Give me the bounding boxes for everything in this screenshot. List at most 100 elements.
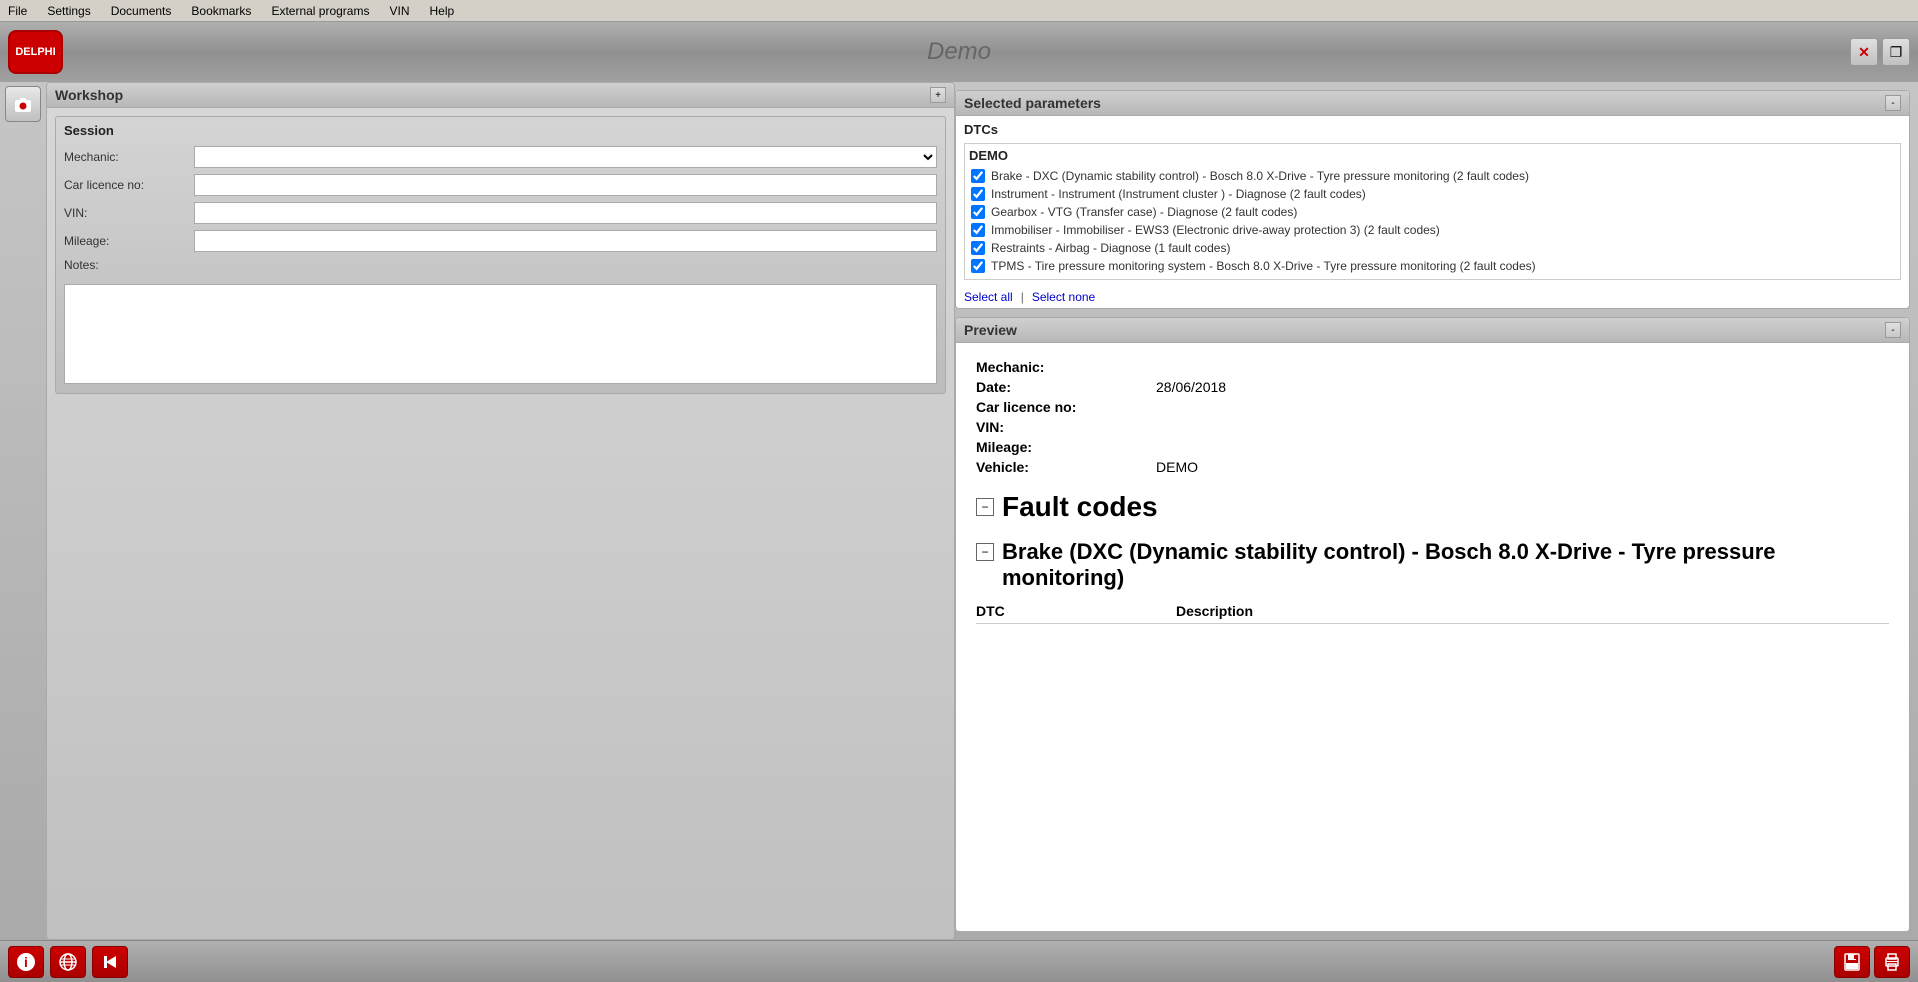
vin-input[interactable] [194,202,937,224]
select-all-link[interactable]: Select all [964,290,1013,304]
window-controls: ✕ ❐ [1850,38,1910,66]
dtc-text-5: Restraints - Airbag - Diagnose (1 fault … [991,241,1230,255]
demo-label: DEMO [969,148,1896,163]
menu-bar: File Settings Documents Bookmarks Extern… [0,0,1918,22]
menu-vin[interactable]: VIN [385,2,413,20]
list-item: Brake - DXC (Dynamic stability control) … [969,167,1896,185]
preview-car-licence-label: Car licence no: [976,399,1156,415]
dtc-section: DTCs DEMO Brake - DXC (Dynamic stability… [956,116,1909,286]
preview-panel: Preview - Mechanic: Date: 28/06/2018 Car… [955,317,1910,932]
fault-codes-heading-text: Fault codes [1002,491,1158,523]
www-button[interactable] [50,946,86,978]
bottom-left-icons: i [8,946,128,978]
dtc-list-container: DEMO Brake - DXC (Dynamic stability cont… [964,143,1901,280]
select-links-bar: Select all | Select none [956,286,1909,308]
dtc-checkbox-1[interactable] [971,169,985,183]
info-button[interactable]: i [8,946,44,978]
right-content: Selected parameters - DTCs DEMO Brake - … [955,82,1918,940]
preview-vin-row: VIN: [976,419,1889,435]
preview-header: Preview - [956,318,1909,343]
notes-textarea[interactable] [64,284,937,384]
preview-car-licence-row: Car licence no: [976,399,1889,415]
session-section: Session Mechanic: Car licence no: VIN: [55,116,946,394]
dtc-text-2: Instrument - Instrument (Instrument clus… [991,187,1366,201]
dtc-checkbox-2[interactable] [971,187,985,201]
close-button[interactable]: ✕ [1850,38,1878,66]
session-title: Session [64,123,937,138]
restore-button[interactable]: ❐ [1882,38,1910,66]
select-none-link[interactable]: Select none [1032,290,1095,304]
preview-content[interactable]: Mechanic: Date: 28/06/2018 Car licence n… [956,343,1909,931]
list-item: Gearbox - VTG (Transfer case) - Diagnose… [969,203,1896,221]
mileage-label: Mileage: [64,234,194,248]
list-item: Instrument - Instrument (Instrument clus… [969,185,1896,203]
menu-help[interactable]: Help [426,2,459,20]
preview-date-label: Date: [976,379,1156,395]
save-button[interactable] [1834,946,1870,978]
preview-date-row: Date: 28/06/2018 [976,379,1889,395]
delphi-logo: DELPHI [8,30,63,74]
preview-mechanic-row: Mechanic: [976,359,1889,375]
selected-params-header: Selected parameters - [956,91,1909,116]
selected-params-collapse-button[interactable]: - [1885,95,1901,111]
selected-params-title: Selected parameters [964,95,1101,111]
sidebar-icon-strip [0,82,46,940]
notes-label: Notes: [64,258,194,272]
brake-heading-text: Brake (DXC (Dynamic stability control) -… [1002,539,1889,591]
dtc-text-3: Gearbox - VTG (Transfer case) - Diagnose… [991,205,1297,219]
dtc-text-4: Immobiliser - Immobiliser - EWS3 (Electr… [991,223,1440,237]
camera-icon-button[interactable] [5,86,41,122]
menu-external-programs[interactable]: External programs [267,2,373,20]
mileage-input[interactable] [194,230,937,252]
list-item: TPMS - Tire pressure monitoring system -… [969,257,1896,275]
preview-vehicle-label: Vehicle: [976,459,1156,475]
notes-row: Notes: [64,258,937,272]
print-button[interactable] [1874,946,1910,978]
title-bar: DELPHI Demo ✕ ❐ [0,22,1918,82]
vin-row: VIN: [64,202,937,224]
workshop-panel: Workshop + Session Mechanic: Car licence… [46,82,955,940]
dtc-checkbox-5[interactable] [971,241,985,255]
brake-heading: − Brake (DXC (Dynamic stability control)… [976,539,1889,591]
mileage-row: Mileage: [64,230,937,252]
car-licence-input[interactable] [194,174,937,196]
preview-mileage-label: Mileage: [976,439,1156,455]
dtcs-label: DTCs [964,122,1901,137]
menu-file[interactable]: File [4,2,31,20]
vin-label: VIN: [64,206,194,220]
preview-mileage-row: Mileage: [976,439,1889,455]
dtc-text-1: Brake - DXC (Dynamic stability control) … [991,169,1529,183]
menu-settings[interactable]: Settings [43,2,94,20]
fault-codes-collapse-icon[interactable]: − [976,498,994,516]
list-item: Restraints - Airbag - Diagnose (1 fault … [969,239,1896,257]
bottom-right-buttons [1834,946,1910,978]
dtc-text-6: TPMS - Tire pressure monitoring system -… [991,259,1536,273]
main-layout: Workshop + Session Mechanic: Car licence… [0,82,1918,940]
brake-collapse-icon[interactable]: − [976,543,994,561]
preview-collapse-button[interactable]: - [1885,322,1901,338]
app-title: Demo [927,38,991,66]
dtc-checkbox-4[interactable] [971,223,985,237]
dtc-checkbox-3[interactable] [971,205,985,219]
select-separator: | [1021,290,1024,304]
menu-bookmarks[interactable]: Bookmarks [187,2,255,20]
menu-documents[interactable]: Documents [107,2,176,20]
preview-vin-label: VIN: [976,419,1156,435]
back-button[interactable] [92,946,128,978]
workshop-panel-header: Workshop + [47,83,954,108]
dtc-table-header: DTC Description [976,599,1889,624]
preview-vehicle-value: DEMO [1156,459,1198,475]
workshop-collapse-button[interactable]: + [930,87,946,103]
list-item: Immobiliser - Immobiliser - EWS3 (Electr… [969,221,1896,239]
fault-codes-heading: − Fault codes [976,491,1889,523]
mechanic-label: Mechanic: [64,150,194,164]
mechanic-row: Mechanic: [64,146,937,168]
sidebar: Workshop + Session Mechanic: Car licence… [0,82,955,940]
workshop-content: Session Mechanic: Car licence no: VIN: [47,108,954,408]
selected-params-panel: Selected parameters - DTCs DEMO Brake - … [955,90,1910,309]
preview-date-value: 28/06/2018 [1156,379,1226,395]
car-licence-row: Car licence no: [64,174,937,196]
svg-text:i: i [24,954,28,970]
mechanic-select[interactable] [194,146,937,168]
dtc-checkbox-6[interactable] [971,259,985,273]
